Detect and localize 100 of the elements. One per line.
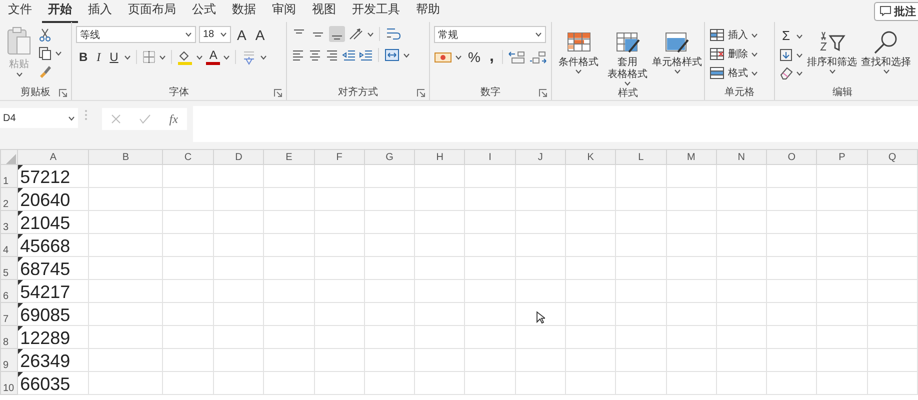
comma-style-button[interactable]: , — [486, 49, 497, 65]
caret-icon[interactable] — [403, 52, 410, 58]
align-center-icon[interactable] — [308, 48, 322, 62]
row-header[interactable]: 10 — [0, 372, 18, 394]
column-header[interactable]: L — [616, 150, 666, 164]
fill-down-icon[interactable] — [779, 48, 793, 62]
font-color-button[interactable]: A — [206, 49, 220, 65]
comment-button[interactable]: 批注 — [874, 2, 918, 20]
caret-icon[interactable] — [124, 54, 132, 60]
find-select-button[interactable]: 查找和选择 — [861, 26, 912, 84]
column-header[interactable]: D — [214, 150, 264, 164]
column-header[interactable]: B — [88, 150, 162, 164]
orientation-icon[interactable] — [348, 27, 364, 41]
shrink-font-button[interactable]: A — [252, 26, 268, 42]
caret-icon[interactable] — [55, 50, 62, 56]
row-header[interactable]: 3 — [0, 210, 18, 234]
name-box[interactable]: D4 — [0, 108, 78, 128]
column-header[interactable]: K — [565, 150, 616, 164]
caret-icon[interactable] — [455, 54, 462, 60]
caret-icon[interactable] — [367, 32, 374, 36]
caret-icon[interactable] — [535, 32, 542, 37]
fill-color-icon[interactable] — [177, 49, 194, 65]
caret-icon[interactable] — [16, 72, 22, 77]
column-header[interactable]: H — [414, 150, 465, 164]
caret-icon[interactable] — [260, 54, 268, 60]
style-button[interactable]: 条件格式 — [556, 26, 601, 86]
italic-button[interactable]: I — [94, 49, 104, 65]
column-header[interactable]: P — [816, 150, 868, 164]
column-header[interactable]: A — [18, 150, 89, 164]
menu-tab[interactable]: 文件 — [2, 0, 38, 23]
column-header[interactable]: I — [464, 150, 516, 164]
caret-icon[interactable] — [624, 81, 631, 86]
borders-icon[interactable] — [142, 50, 156, 64]
dialog-launcher-icon[interactable] — [274, 89, 282, 97]
caret-icon[interactable] — [882, 69, 890, 74]
font-size-field[interactable]: 18 — [199, 26, 231, 43]
menu-tab[interactable]: 视图 — [306, 0, 342, 23]
row-header[interactable]: 7 — [0, 302, 18, 326]
cells-menu-button[interactable]: 删除 — [709, 46, 758, 62]
dialog-launcher-icon[interactable] — [417, 89, 425, 97]
percent-button[interactable]: % — [465, 49, 484, 65]
increase-decimal-icon[interactable] — [508, 50, 526, 64]
wrap-text-icon[interactable] — [385, 26, 401, 42]
row-header[interactable]: 1 — [0, 164, 18, 188]
error-indicator-icon[interactable] — [18, 211, 24, 216]
menu-tab[interactable]: 插入 — [82, 0, 118, 23]
grow-font-button[interactable]: A — [234, 26, 250, 42]
caret-icon[interactable] — [68, 116, 75, 120]
dialog-launcher-icon[interactable] — [539, 89, 547, 97]
error-indicator-icon[interactable] — [18, 234, 24, 239]
column-header[interactable]: Q — [867, 150, 918, 164]
dialog-launcher-icon[interactable] — [59, 89, 67, 97]
column-header[interactable]: M — [666, 150, 716, 164]
column-header[interactable]: F — [314, 150, 364, 164]
caret-icon[interactable] — [796, 70, 803, 76]
caret-icon[interactable] — [220, 32, 227, 37]
cells-menu-button[interactable]: 插入 — [709, 27, 758, 43]
merge-cells-icon[interactable] — [384, 48, 400, 62]
row-header[interactable]: 6 — [0, 280, 18, 302]
row-header[interactable]: 9 — [0, 348, 18, 372]
error-indicator-icon[interactable] — [18, 257, 24, 262]
error-indicator-icon[interactable] — [18, 188, 24, 193]
menu-tab[interactable]: 开始 — [42, 0, 78, 23]
align-left-icon[interactable] — [291, 48, 305, 62]
column-header[interactable]: C — [162, 150, 214, 164]
style-button[interactable]: 单元格样式 — [654, 26, 700, 86]
caret-icon[interactable] — [674, 69, 680, 74]
caret-icon[interactable] — [796, 34, 804, 38]
menu-tab[interactable]: 页面布局 — [122, 0, 182, 23]
caret-icon[interactable] — [751, 32, 758, 38]
font-name-field[interactable]: 等线 — [76, 26, 196, 43]
caret-icon[interactable] — [828, 69, 836, 74]
menu-tab[interactable]: 审阅 — [266, 0, 302, 23]
currency-icon[interactable] — [434, 50, 452, 64]
row-header[interactable]: 5 — [0, 256, 18, 280]
caret-icon[interactable] — [159, 54, 166, 60]
scissors-icon[interactable] — [38, 28, 52, 42]
caret-icon[interactable] — [751, 70, 758, 76]
caret-icon[interactable] — [223, 54, 230, 60]
caret-icon[interactable] — [196, 54, 204, 60]
caret-icon[interactable] — [796, 52, 803, 58]
menu-tab[interactable]: 开发工具 — [346, 0, 406, 23]
menu-tab[interactable]: 数据 — [226, 0, 262, 23]
error-indicator-icon[interactable] — [18, 372, 24, 377]
decrease-decimal-icon[interactable] — [528, 50, 547, 64]
sort-filter-button[interactable]: 排序和筛选 — [807, 26, 858, 84]
menu-tab[interactable]: 帮助 — [410, 0, 446, 23]
row-header[interactable]: 8 — [0, 326, 18, 348]
error-indicator-icon[interactable] — [18, 303, 24, 308]
row-header[interactable]: 2 — [0, 188, 18, 210]
align-right-icon[interactable] — [325, 48, 339, 62]
copy-icon[interactable] — [38, 46, 52, 60]
caret-icon[interactable] — [185, 32, 192, 37]
row-header[interactable]: 4 — [0, 234, 18, 256]
insert-function-button[interactable]: fx — [169, 112, 178, 126]
increase-indent-icon[interactable] — [359, 48, 373, 62]
column-header[interactable]: E — [264, 150, 314, 164]
number-format-field[interactable]: 常规 — [434, 26, 546, 43]
bold-button[interactable]: B — [76, 49, 91, 65]
eraser-icon[interactable] — [779, 66, 793, 80]
